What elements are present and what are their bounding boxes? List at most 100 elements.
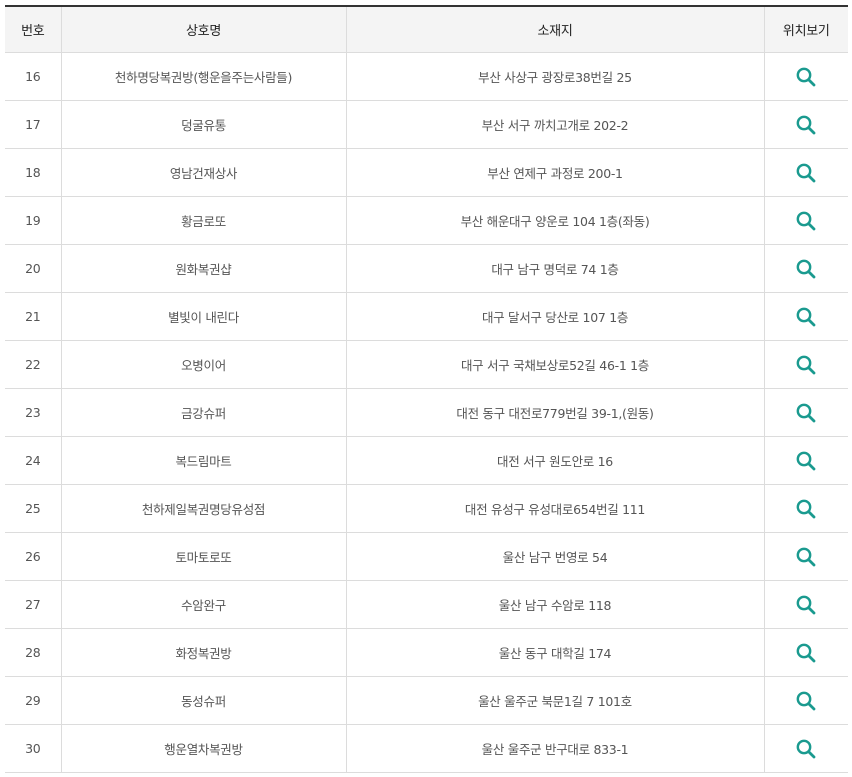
search-icon: [796, 643, 816, 662]
row-no: 17: [5, 100, 62, 149]
table-row: 26 토마토로또 울산 남구 번영로 54: [5, 532, 848, 581]
row-store-name: 천하명당복권방(행운을주는사람들): [60, 52, 347, 101]
table-row: 18 영남건재상사 부산 연제구 과정로 200-1: [5, 148, 848, 197]
table-row: 19 황금로또 부산 해운대구 양운로 104 1층(좌동): [5, 196, 848, 245]
search-icon: [796, 163, 816, 182]
row-no: 20: [5, 244, 62, 293]
location-view-button[interactable]: [795, 594, 817, 616]
row-no: 30: [5, 724, 62, 773]
location-view-button[interactable]: [795, 162, 817, 184]
location-view-button[interactable]: [795, 66, 817, 88]
search-icon: [796, 499, 816, 518]
search-icon: [796, 115, 816, 134]
row-location-cell: [763, 196, 848, 245]
row-no: 19: [5, 196, 62, 245]
store-list-table: 번호 상호명 소재지 위치보기 16 천하명당복권방(행운을주는사람들) 부산 …: [5, 5, 848, 773]
row-no: 24: [5, 436, 62, 485]
location-view-button[interactable]: [795, 114, 817, 136]
row-address: 대전 동구 대전로779번길 39-1,(원동): [345, 388, 765, 437]
table-row: 27 수암완구 울산 남구 수암로 118: [5, 580, 848, 629]
table-row: 20 원화복권샵 대구 남구 명덕로 74 1층: [5, 244, 848, 293]
table-body: 16 천하명당복권방(행운을주는사람들) 부산 사상구 광장로38번길 25 1…: [5, 52, 848, 773]
location-view-button[interactable]: [795, 690, 817, 712]
search-icon: [796, 691, 816, 710]
row-address: 대구 남구 명덕로 74 1층: [345, 244, 765, 293]
search-icon: [796, 451, 816, 470]
row-address: 대전 유성구 유성대로654번길 111: [345, 484, 765, 533]
header-name: 상호명: [60, 5, 347, 53]
search-icon: [796, 739, 816, 758]
row-store-name: 영남건재상사: [60, 148, 347, 197]
location-view-button[interactable]: [795, 498, 817, 520]
table-row: 29 동성슈퍼 울산 울주군 북문1길 7 101호: [5, 676, 848, 725]
row-no: 22: [5, 340, 62, 389]
row-location-cell: [763, 52, 848, 101]
table-row: 25 천하제일복권명당유성점 대전 유성구 유성대로654번길 111: [5, 484, 848, 533]
location-view-button[interactable]: [795, 306, 817, 328]
row-address: 울산 울주군 북문1길 7 101호: [345, 676, 765, 725]
row-address: 부산 해운대구 양운로 104 1층(좌동): [345, 196, 765, 245]
row-store-name: 복드림마트: [60, 436, 347, 485]
table-header-row: 번호 상호명 소재지 위치보기: [5, 5, 848, 53]
row-location-cell: [763, 340, 848, 389]
row-store-name: 천하제일복권명당유성점: [60, 484, 347, 533]
row-store-name: 동성슈퍼: [60, 676, 347, 725]
search-icon: [796, 403, 816, 422]
location-view-button[interactable]: [795, 402, 817, 424]
table-row: 22 오병이어 대구 서구 국채보상로52길 46-1 1층: [5, 340, 848, 389]
row-location-cell: [763, 676, 848, 725]
table-row: 16 천하명당복권방(행운을주는사람들) 부산 사상구 광장로38번길 25: [5, 52, 848, 101]
row-address: 울산 울주군 반구대로 833-1: [345, 724, 765, 773]
row-address: 대구 서구 국채보상로52길 46-1 1층: [345, 340, 765, 389]
row-address: 울산 남구 번영로 54: [345, 532, 765, 581]
row-store-name: 오병이어: [60, 340, 347, 389]
table-row: 21 별빛이 내린다 대구 달서구 당산로 107 1층: [5, 292, 848, 341]
row-location-cell: [763, 100, 848, 149]
location-view-button[interactable]: [795, 354, 817, 376]
search-icon: [796, 355, 816, 374]
search-icon: [796, 211, 816, 230]
row-store-name: 별빛이 내린다: [60, 292, 347, 341]
table-row: 24 복드림마트 대전 서구 원도안로 16: [5, 436, 848, 485]
row-location-cell: [763, 436, 848, 485]
row-store-name: 황금로또: [60, 196, 347, 245]
row-location-cell: [763, 724, 848, 773]
header-location: 위치보기: [763, 5, 848, 53]
location-view-button[interactable]: [795, 546, 817, 568]
row-location-cell: [763, 292, 848, 341]
location-view-button[interactable]: [795, 738, 817, 760]
header-no: 번호: [5, 5, 62, 53]
row-store-name: 금강슈퍼: [60, 388, 347, 437]
search-icon: [796, 67, 816, 86]
row-address: 대구 달서구 당산로 107 1층: [345, 292, 765, 341]
row-no: 25: [5, 484, 62, 533]
search-icon: [796, 547, 816, 566]
table-row: 28 화정복권방 울산 동구 대학길 174: [5, 628, 848, 677]
table-row: 17 덩굴유통 부산 서구 까치고개로 202-2: [5, 100, 848, 149]
row-store-name: 토마토로또: [60, 532, 347, 581]
row-no: 29: [5, 676, 62, 725]
row-store-name: 행운열차복권방: [60, 724, 347, 773]
location-view-button[interactable]: [795, 258, 817, 280]
row-location-cell: [763, 148, 848, 197]
row-no: 18: [5, 148, 62, 197]
location-view-button[interactable]: [795, 210, 817, 232]
row-no: 23: [5, 388, 62, 437]
row-address: 부산 사상구 광장로38번길 25: [345, 52, 765, 101]
row-no: 27: [5, 580, 62, 629]
location-view-button[interactable]: [795, 450, 817, 472]
search-icon: [796, 259, 816, 278]
row-no: 26: [5, 532, 62, 581]
row-location-cell: [763, 580, 848, 629]
location-view-button[interactable]: [795, 642, 817, 664]
row-location-cell: [763, 484, 848, 533]
row-address: 울산 동구 대학길 174: [345, 628, 765, 677]
row-store-name: 원화복권샵: [60, 244, 347, 293]
row-address: 울산 남구 수암로 118: [345, 580, 765, 629]
row-store-name: 화정복권방: [60, 628, 347, 677]
search-icon: [796, 307, 816, 326]
row-no: 21: [5, 292, 62, 341]
row-store-name: 수암완구: [60, 580, 347, 629]
row-location-cell: [763, 628, 848, 677]
search-icon: [796, 595, 816, 614]
